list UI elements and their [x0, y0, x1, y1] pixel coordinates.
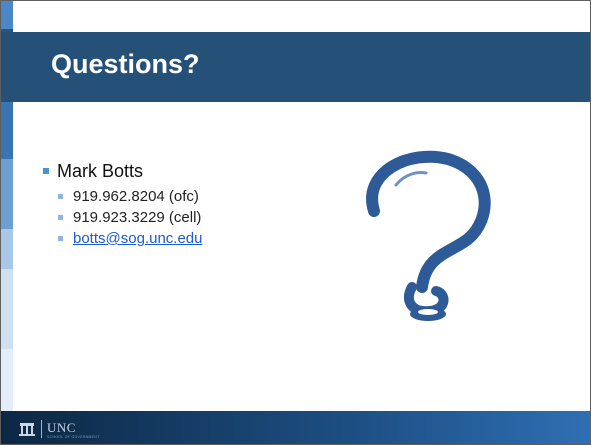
rail-segment — [1, 349, 13, 411]
well-logo-icon — [19, 423, 35, 436]
rail-segment — [1, 99, 13, 159]
bullet-list: Mark Botts 919.962.8204 (ofc) 919.923.32… — [41, 161, 202, 249]
footer-sub-text: SCHOOL OF GOVERNMENT — [47, 435, 100, 439]
rail-segment — [1, 229, 13, 269]
slide: Questions? Mark Botts 919.962.8204 (ofc)… — [0, 0, 591, 445]
rail-segment — [1, 269, 13, 349]
footer-bar: UNC SCHOOL OF GOVERNMENT — [1, 411, 590, 444]
sub-bullet-item: 919.962.8204 (ofc) — [55, 186, 202, 207]
question-mark-graphic — [366, 150, 491, 321]
sub-bullet-marker — [58, 194, 63, 199]
footer-divider — [41, 420, 42, 438]
sub-bullet-list: 919.962.8204 (ofc) 919.923.3229 (cell) b… — [41, 186, 202, 249]
sub-bullet-item: 919.923.3229 (cell) — [55, 207, 202, 228]
slide-title: Questions? — [51, 49, 200, 79]
office-phone: 919.962.8204 (ofc) — [73, 188, 199, 205]
email-link[interactable]: botts@sog.unc.edu — [73, 230, 202, 247]
bullet-item: Mark Botts — [41, 161, 202, 182]
sub-bullet-marker — [58, 215, 63, 220]
bullet-marker — [43, 168, 49, 174]
sub-bullet-marker — [58, 236, 63, 241]
question-mark-ribbon-icon — [356, 141, 496, 341]
rail-segment — [1, 1, 13, 29]
contact-name: Mark Botts — [57, 161, 144, 181]
sub-bullet-group: 919.962.8204 (ofc) 919.923.3229 (cell) b… — [41, 186, 202, 249]
rail-segment — [1, 159, 13, 229]
cell-phone: 919.923.3229 (cell) — [73, 209, 202, 226]
sub-bullet-item: botts@sog.unc.edu — [55, 228, 202, 249]
footer-logo-text: UNC — [47, 420, 76, 435]
